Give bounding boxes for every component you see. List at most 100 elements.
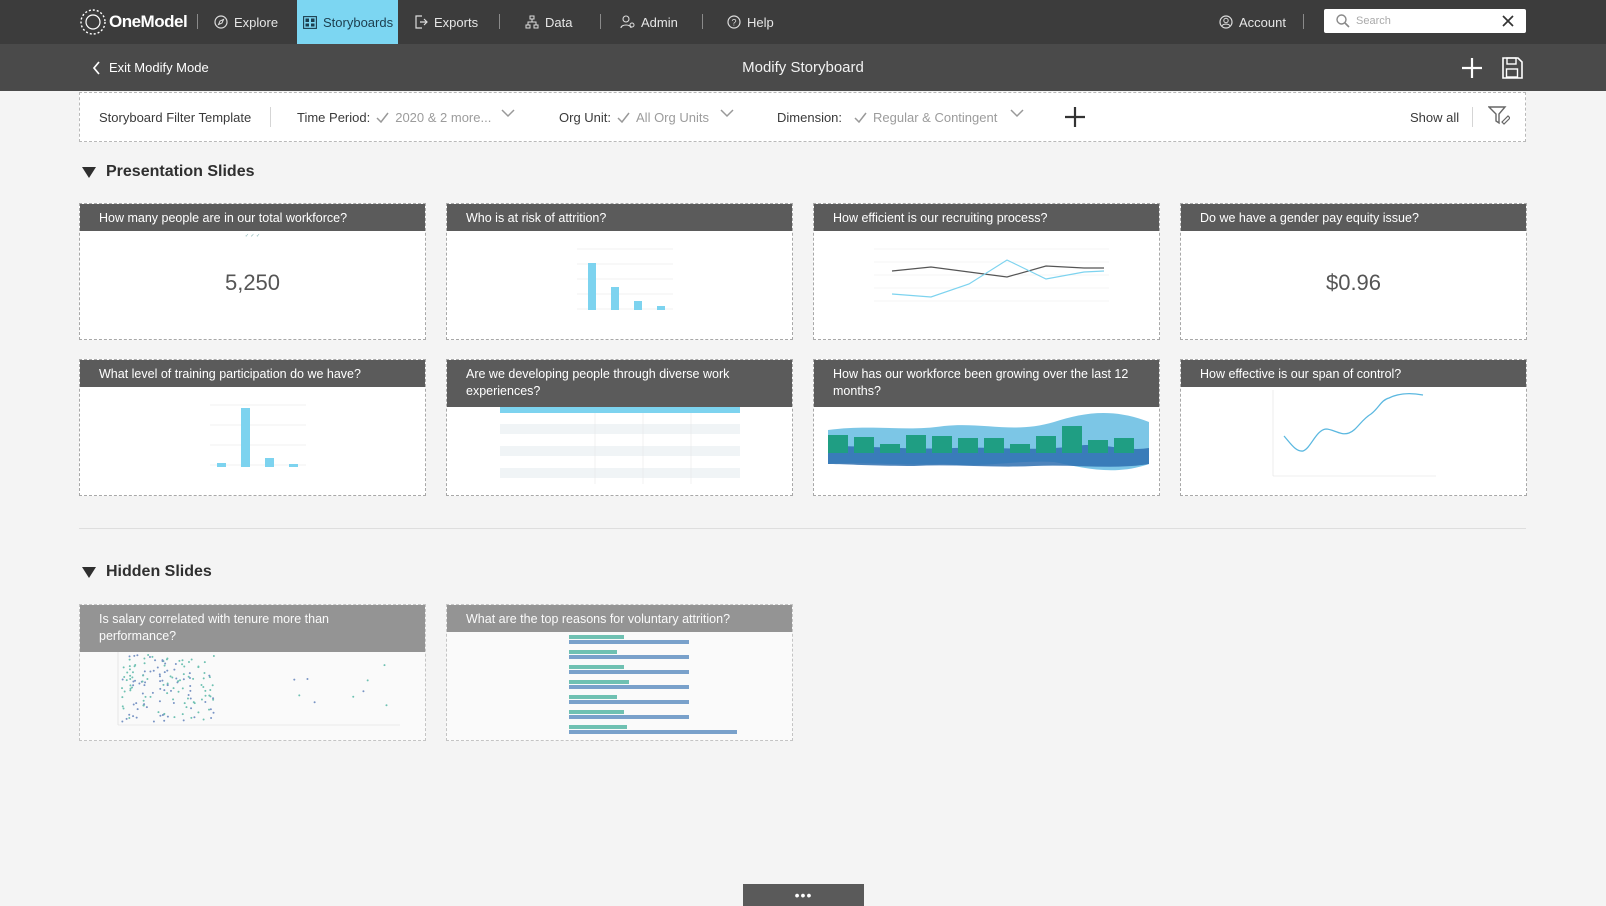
scatter-point [132,684,135,687]
scatter-point [166,692,169,695]
slide-card[interactable]: Are we developing people through diverse… [446,359,793,496]
storyboard-icon [303,15,317,29]
modify-header: Modify Storyboard Exit Modify Mode [0,44,1606,91]
scatter-point [190,658,193,661]
nav-divider [197,14,198,29]
nav-divider [499,14,500,29]
compass-icon [214,15,228,29]
scatter-point [152,720,155,723]
add-slide-icon[interactable] [1460,56,1484,80]
scatter-point [171,676,174,679]
scatter-point [187,661,190,664]
scatter-point [159,714,162,717]
show-all-button[interactable]: Show all [1410,93,1459,141]
slide-card[interactable]: What level of training participation do … [79,359,426,496]
scatter-point [181,713,184,716]
presentation-slides-toggle[interactable]: Presentation Slides [82,163,255,181]
org-unit-filter[interactable]: Org Unit: All Org Units [559,93,709,141]
add-filter-icon[interactable] [1064,106,1086,128]
scatter-point [128,668,131,671]
scatter-point [362,690,365,693]
scatter-point [138,682,141,685]
scatter-point [204,689,207,692]
exit-modify-mode-button[interactable]: Exit Modify Mode [92,44,209,91]
dimension-filter[interactable]: Dimension: Regular & Contingent [777,93,997,141]
bar-series-b [569,655,689,659]
scatter-point [366,679,369,682]
admin-user-icon [620,15,635,29]
scatter-point [181,659,184,662]
collapse-triangle-icon [82,166,96,178]
nav-exports[interactable]: Exports [414,0,486,44]
nav-data[interactable]: Data [525,0,583,44]
scatter-point [123,690,126,693]
scatter-point [197,666,200,669]
slide-card[interactable]: How efficient is our recruiting process? [813,203,1160,340]
slide-card[interactable]: How many people are in our total workfor… [79,203,426,340]
help-icon: ? [727,15,741,29]
slide-title: Are we developing people through diverse… [447,360,792,407]
bar-series-a [569,710,624,714]
nav-explore[interactable]: Explore [214,0,294,44]
filter-template-label[interactable]: Storyboard Filter Template [99,93,251,141]
check-icon [617,112,630,123]
bar-series-b [569,640,689,644]
hidden-slide-card[interactable]: Is salary correlated with tenure more th… [79,604,426,741]
scatter-point [169,689,172,692]
scatter-point [173,668,176,671]
scatter-point [121,678,124,681]
hidden-slides-toggle[interactable]: Hidden Slides [82,563,212,581]
scatter-point [148,656,151,659]
scatter-point [136,708,139,711]
scatter-point [186,697,189,700]
close-icon[interactable] [1502,15,1514,27]
check-icon [376,112,389,123]
scatter-point [131,671,134,674]
slide-card[interactable]: Do we have a gender pay equity issue? $0… [1180,203,1527,340]
slide-card[interactable]: How has our workforce been growing over … [813,359,1160,496]
scatter-point [209,688,212,691]
chevron-down-icon[interactable] [1010,109,1024,118]
scatter-point [212,654,215,657]
scatter-point [129,687,132,690]
bar-series-b [569,670,689,674]
scatter-point [149,695,152,698]
scatter-point [200,698,203,701]
scatter-point [208,708,211,711]
scatter-point [126,671,129,674]
slide-card[interactable]: How effective is our span of control? [1180,359,1527,496]
nav-storyboards[interactable]: Storyboards [297,0,398,44]
slide-title: Do we have a gender pay equity issue? [1181,204,1526,231]
org-unit-value: All Org Units [636,109,709,125]
more-options-tab[interactable]: ••• [743,884,864,906]
save-icon[interactable] [1500,56,1524,80]
export-icon [415,15,428,29]
hidden-slide-card[interactable]: What are the top reasons for voluntary a… [446,604,793,741]
search-input[interactable] [1356,15,1486,27]
scatter-point [143,684,146,687]
chevron-down-icon[interactable] [720,109,734,118]
scatter-point [172,698,175,701]
scatter-point [163,712,166,715]
scatter-point [145,706,148,709]
nav-admin[interactable]: Admin [620,0,686,44]
time-period-filter[interactable]: Time Period: 2020 & 2 more... [297,93,491,141]
scatter-point [385,704,388,707]
nav-help[interactable]: ? Help [727,0,783,44]
slide-card[interactable]: Who is at risk of attrition? [446,203,793,340]
nav-account-label: Account [1239,14,1286,30]
chevron-down-icon[interactable] [501,109,515,118]
scatter-point [135,716,138,719]
nav-account[interactable]: Account [1219,0,1289,44]
scatter-point [174,662,177,665]
nav-help-label: Help [747,14,774,30]
scatter-point [172,687,175,690]
scatter-point [161,679,164,682]
scatter-point [166,715,169,718]
scatter-point [143,703,146,706]
filter-edit-icon[interactable] [1488,106,1510,126]
onemodel-logo[interactable]: OneModel [78,5,188,39]
search-icon [1336,14,1350,28]
scatter-point [183,665,186,668]
bar-series-a [569,650,617,654]
